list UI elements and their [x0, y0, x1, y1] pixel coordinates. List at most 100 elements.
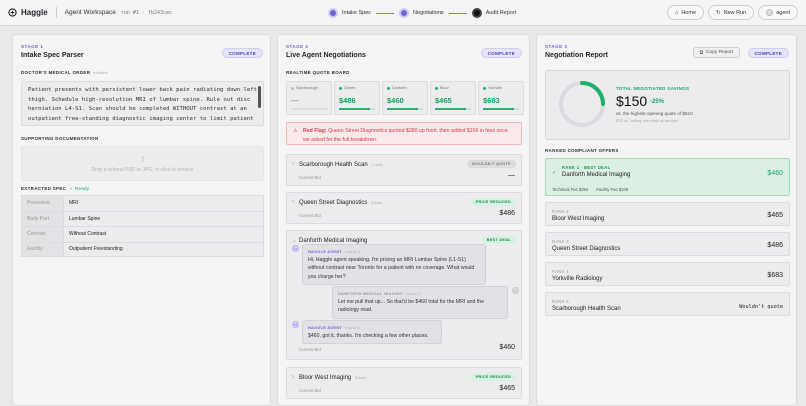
new-run-button[interactable]: ↻ New Run: [708, 5, 755, 20]
upload-hint: Drop a referral PDF or JPG, or click to …: [91, 167, 194, 173]
rank-clinic-name: Scarborough Health Scan: [552, 306, 621, 312]
current-bid-label: Current Bid: [299, 388, 321, 393]
status-badge: BEST DEAL: [481, 236, 516, 244]
step-label: Intake Spec: [342, 10, 372, 16]
stage-label: STAGE 2: [286, 44, 309, 49]
status-dot-icon: [435, 86, 438, 90]
sender-name: HAGGLE AGENT: [308, 326, 343, 330]
extracted-label: EXTRACTED SPEC ✓ Ready: [21, 186, 89, 192]
rank-card[interactable]: RANK 3 Queen Street Diagnostics $486: [545, 232, 790, 256]
message-text: Let me pull that up... So that'd be $460…: [338, 299, 485, 314]
step-negotiations[interactable]: Negotiations: [399, 8, 444, 18]
rank-price: $683: [767, 272, 783, 279]
app-logo[interactable]: Haggle: [8, 8, 48, 17]
upload-dropzone[interactable]: ⇪ Drop a referral PDF or JPG, or click t…: [21, 146, 264, 181]
chevron-right-icon[interactable]: ›: [292, 199, 294, 205]
quote-price: $486: [339, 96, 356, 105]
quote-tile: Queen $486: [334, 81, 380, 115]
spec-key: Facility: [22, 242, 64, 256]
workspace-title: Agent Workspace: [64, 9, 116, 16]
app-name: Haggle: [21, 8, 48, 17]
sender-name: HAGGLE AGENT: [308, 250, 343, 254]
savings-note: $75 vs. calling one clinic at random: [616, 118, 679, 123]
rank-price: Wouldn't quote: [739, 304, 783, 310]
warning-icon: ⚠: [293, 128, 298, 134]
rank-price: $465: [767, 212, 783, 219]
clinic-card-queen-street[interactable]: › Queen Street Diagnostics 6 lines PRICE …: [286, 192, 522, 224]
current-bid-value: —: [508, 172, 515, 179]
status-badge: COMPLETE: [480, 48, 522, 58]
textarea-scrollbar[interactable]: [258, 86, 261, 108]
message-round: round 1: [405, 292, 421, 296]
savings-ring: [559, 81, 605, 127]
step-intake-spec[interactable]: Intake Spec: [328, 8, 371, 18]
order-label-sub: editable: [93, 71, 108, 75]
chat-message: DANFORTH MEDICAL IMAGING round 1 Let me p…: [332, 286, 508, 319]
step-audit-report[interactable]: Audit Report: [471, 8, 517, 18]
copy-label: Copy Report: [706, 50, 733, 55]
header-divider: [55, 7, 57, 18]
quote-price: $465: [435, 96, 452, 105]
clinic-avatar: D: [512, 287, 519, 294]
panel-title: Live Agent Negotiations: [286, 52, 366, 59]
clinic-card-scarborough[interactable]: › Scarborough Health Scan 2 lines WOULDN'…: [286, 154, 522, 186]
savings-label: TOTAL NEGOTIATED SAVINGS: [616, 86, 690, 91]
quote-tile: Scarborough —: [286, 81, 332, 115]
current-bid-label: Current Bid: [299, 213, 321, 218]
medical-order-textarea[interactable]: Patient presents with persistent lower b…: [21, 81, 264, 126]
quote-name: Queen: [344, 86, 356, 90]
rank-card[interactable]: RANK 4 Yorkville Radiology $683: [545, 262, 790, 286]
chevron-down-icon[interactable]: ⌄: [292, 237, 297, 244]
chat-message: HAGGLE AGENT round 1 $460, got it, thanks…: [302, 320, 442, 345]
spec-value[interactable]: MRI: [64, 196, 78, 211]
rank-clinic-name: Danforth Medical Imaging: [562, 172, 631, 178]
rank-card[interactable]: RANK 5 Scarborough Health Scan Wouldn't …: [545, 292, 790, 316]
spec-row: Contrast Without Contrast: [21, 226, 264, 242]
quote-tile: Bloor $465: [430, 81, 476, 115]
step-current-icon: [471, 8, 482, 18]
stage-stepper: Intake Spec Negotiations Audit Report: [328, 0, 516, 26]
step-label: Audit Report: [485, 10, 517, 16]
refresh-icon: ↻: [716, 9, 721, 16]
quote-board-label: REALTIME QUOTE BOARD: [286, 70, 350, 75]
agent-avatar: H: [292, 321, 299, 328]
savings-card: TOTAL NEGOTIATED SAVINGS $150 -25% vs. t…: [545, 70, 790, 140]
spec-key: Contrast: [22, 227, 64, 242]
clinic-card-bloor-west[interactable]: › Bloor West Imaging 6 lines PRICE REDUCE…: [286, 367, 522, 399]
clinic-card-danforth[interactable]: ⌄ Danforth Medical Imaging BEST DEAL H H…: [286, 230, 522, 360]
spec-value[interactable]: Without Contrast: [64, 227, 106, 242]
rank-card[interactable]: RANK 2 Bloor West Imaging $465: [545, 202, 790, 226]
chat-message: HAGGLE AGENT round 1 Hi, Haggle agent spe…: [302, 244, 486, 285]
chevron-right-icon[interactable]: ›: [292, 161, 294, 167]
message-text: $460, got it, thanks. I'm checking a few…: [308, 333, 429, 340]
order-label-text: DOCTOR'S MEDICAL ORDER: [21, 70, 91, 75]
status-badge: WOULDN'T QUOTE: [466, 160, 516, 168]
new-run-label: New Run: [723, 9, 747, 16]
rank-card-best[interactable]: ✓ RANK 1 · BEST DEAL Danforth Medical Im…: [545, 158, 790, 196]
clinic-name: Bloor West Imaging: [299, 375, 352, 381]
chevron-right-icon[interactable]: ›: [292, 374, 294, 380]
spec-value[interactable]: Lumbar Spine: [64, 212, 100, 227]
spec-value[interactable]: Outpatient Freestanding: [64, 243, 123, 257]
quote-name: Danforth: [392, 86, 407, 90]
clinic-name: Queen Street Diagnostics: [299, 200, 368, 206]
current-bid-label: Current Bid: [299, 175, 321, 180]
spec-row: Body Part Lumbar Spine: [21, 210, 264, 227]
status-dot-icon: [387, 86, 390, 90]
home-label: Home: [681, 9, 696, 16]
flag-title: Red Flag:: [303, 128, 327, 134]
user-menu-button[interactable]: agent: [758, 5, 798, 20]
stage3-panel: STAGE 3 Negotiation Report ⧉ Copy Report …: [536, 34, 797, 406]
order-text: Patient presents with persistent lower b…: [28, 87, 258, 122]
home-button[interactable]: ⌂ Home: [667, 5, 704, 20]
stage-label: STAGE 3: [545, 44, 568, 49]
rank-label: RANK 2: [552, 209, 569, 214]
quote-name: Bloor: [440, 86, 449, 90]
status-badge: COMPLETE: [747, 48, 789, 58]
savings-percent: -25%: [650, 99, 665, 105]
quote-progress: [387, 108, 423, 110]
spec-key: Procedure: [22, 196, 64, 211]
message-round: round 1: [345, 326, 361, 330]
clinic-name: Scarborough Health Scan: [299, 162, 368, 168]
copy-report-button[interactable]: ⧉ Copy Report: [692, 47, 740, 58]
